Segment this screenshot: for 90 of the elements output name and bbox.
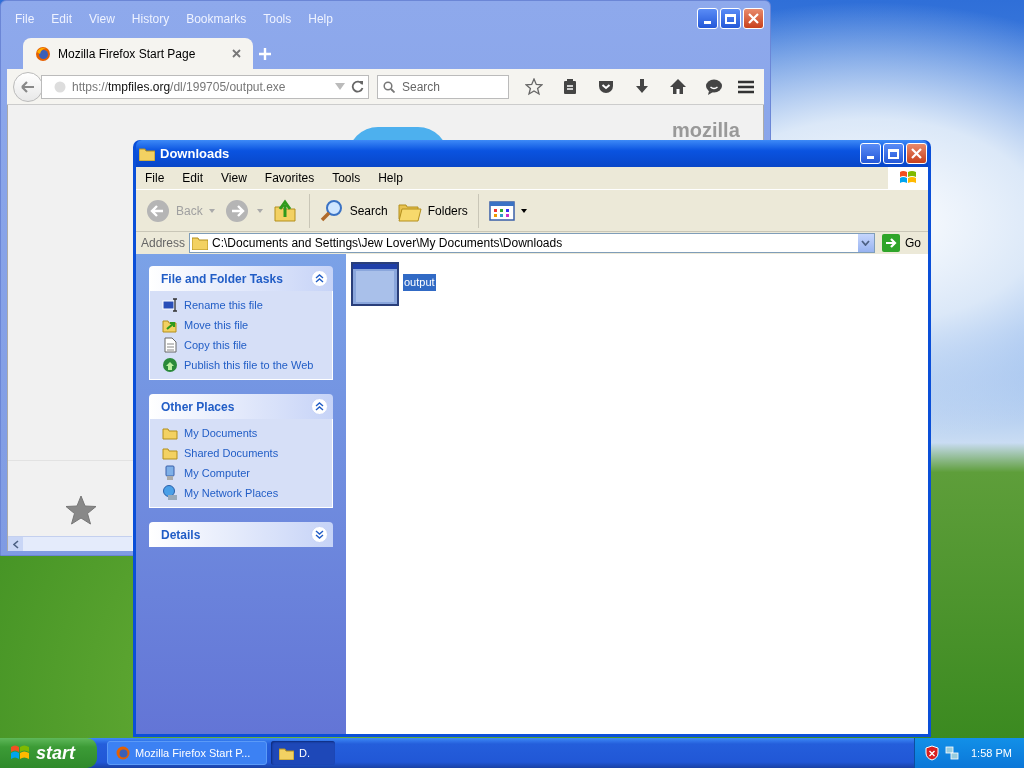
start-button[interactable]: start [0,738,97,768]
arrow-right-icon [882,234,900,252]
url-field[interactable]: https://tmpfiles.org/dl/199705/output.exe [41,74,369,99]
task-link[interactable]: Publish this file to the Web [162,357,320,373]
windows-logo-icon [10,744,30,762]
home-icon [669,77,687,96]
task-link[interactable]: Shared Documents [162,445,320,461]
folder-icon [192,236,209,250]
panel-header[interactable]: File and Folder Tasks [149,266,333,291]
browser-logo-icon [116,746,130,760]
address-field[interactable]: C:\Documents and Settings\Jew Lover\My Documents\Downloads [189,233,875,253]
tab-title: Mozilla Firefox Start Page [58,45,197,63]
window-title: Downloads [160,144,231,163]
plus-icon [259,47,271,60]
panel-header[interactable]: Other Places [149,394,333,419]
caret-icon [520,208,527,213]
task-link[interactable]: My Computer [162,465,320,481]
chevron-left-icon [12,540,19,549]
menu-item[interactable]: File [145,169,165,187]
go-button[interactable]: Go [879,234,924,252]
close-button[interactable] [743,8,764,29]
clock: 1:58 PM [971,745,1012,761]
chevron-icon [315,402,324,411]
views-icon [488,198,515,223]
folder-arrow-icon [162,317,178,333]
shield-icon [925,745,939,761]
collapse-chevron-icon[interactable] [311,270,328,287]
network-icon [162,485,178,501]
mozilla-logo-text: mozilla [672,118,740,143]
arrow-left-icon [146,198,172,223]
toolbar-search-button[interactable]: Search [317,194,390,227]
chevron-icon [315,530,324,539]
task-link[interactable]: My Network Places [162,485,320,501]
minimize-button[interactable] [860,143,881,164]
menu-item[interactable]: Help [378,169,403,187]
folder-icon [139,146,155,161]
minimize-button[interactable] [697,8,718,29]
maximize-button[interactable] [883,143,904,164]
document-icon [162,337,178,353]
collapse-chevron-icon[interactable] [311,398,328,415]
menu-item[interactable]: View [221,169,247,187]
chevron-down-icon [861,240,871,246]
maximize-button[interactable] [720,8,741,29]
dropdown-button[interactable] [858,234,874,252]
menu-item[interactable]: Edit [182,169,204,187]
expand-chevron-icon[interactable] [311,526,328,543]
file-name[interactable]: output [403,274,436,291]
globe-icon [162,357,178,373]
task-link[interactable]: Rename this file [162,297,320,313]
browser-logo-icon [35,45,51,62]
close-button[interactable] [906,143,927,164]
arrow-left-icon [21,80,35,93]
rename-icon [162,297,178,313]
close-icon [911,148,922,159]
folder-icon [162,445,178,461]
task-link[interactable]: My Documents [162,425,320,441]
folder-icon [162,425,178,441]
computer-icon [162,465,178,481]
task-link[interactable]: Move this file [162,317,320,333]
toolbar-folders-button[interactable]: Folders [395,194,470,227]
network-icon [945,745,959,761]
search-field[interactable]: Search [377,74,509,99]
close-icon [232,49,241,58]
folder-icon [279,746,294,760]
window-icon [351,262,399,306]
horizontal-scrollbar[interactable] [8,536,132,551]
chat-bubble-icon [705,77,723,96]
taskbar-button[interactable]: Mozilla Firefox Start P... [107,741,267,765]
chevron-icon [315,274,324,283]
folder-up-icon [272,198,299,223]
menu-item[interactable]: Favorites [264,169,315,187]
back-button[interactable] [13,71,43,102]
search-icon [383,80,395,93]
dropdown-icon [335,83,345,90]
address-label: Address [141,235,186,252]
reload-icon [351,80,364,93]
star-icon [65,495,97,525]
bookmark-star-icon [525,77,543,96]
caret-icon [256,208,263,213]
clipboard-icon [561,77,579,96]
close-icon [748,13,759,24]
globe-icon [54,80,66,93]
menu-item[interactable]: Tools [332,169,361,187]
taskbar-button[interactable]: D. [271,741,335,765]
menu-icon [738,79,754,94]
browser-tab[interactable]: Mozilla Firefox Start Page [23,38,253,69]
task-link[interactable]: Copy this file [162,337,320,353]
panel-header[interactable]: Details [149,522,333,547]
caret-icon [208,208,215,213]
arrow-right-icon [224,198,251,223]
